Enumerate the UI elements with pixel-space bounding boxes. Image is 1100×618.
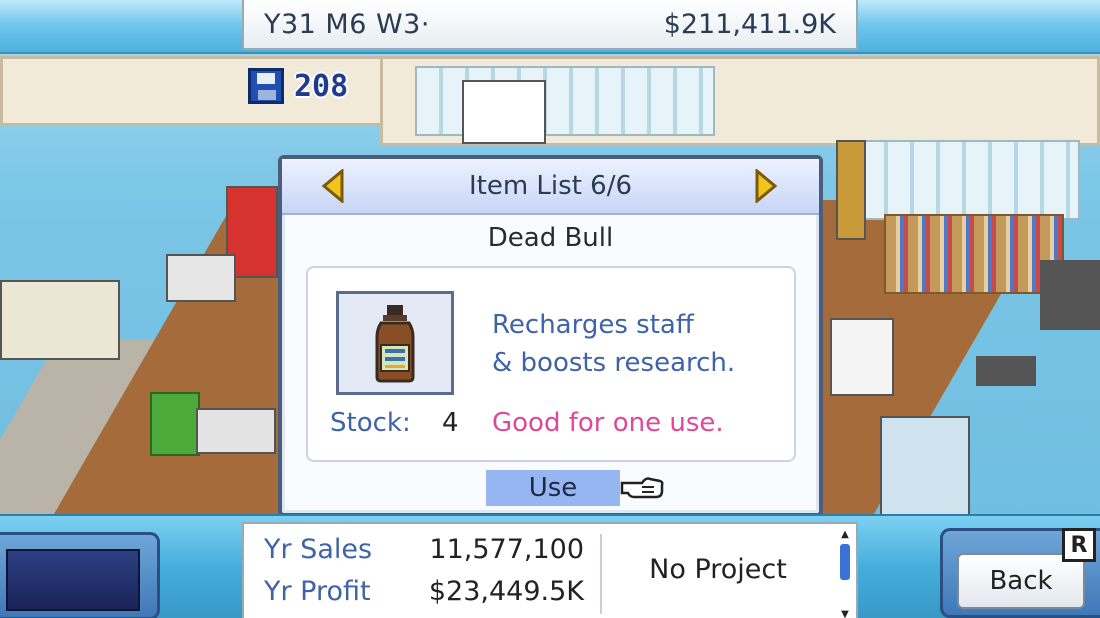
item-description-line-2: & boosts research. <box>492 348 736 378</box>
bookshelf <box>884 214 1064 294</box>
arrow-right-icon[interactable] <box>753 167 779 205</box>
scroll-up-icon[interactable]: ▲ <box>838 530 852 540</box>
yearly-stats-panel: Yr Sales 11,577,100 Yr Profit $23,449.5K… <box>242 522 858 618</box>
arrow-left-icon[interactable] <box>320 167 346 205</box>
date-display: Y31 M6 W3· <box>264 8 430 40</box>
trophy <box>836 140 866 240</box>
dialog-title: Item List 6/6 <box>468 171 632 201</box>
energy-drink-bottle-icon <box>336 291 454 395</box>
umbrella-stand <box>196 408 276 454</box>
windows <box>415 66 715 136</box>
research-data-counter: 208 <box>248 68 348 104</box>
dialog-header: Item List 6/6 <box>282 159 819 215</box>
use-button[interactable]: Use <box>486 470 620 506</box>
usage-note: Good for one use. <box>492 408 724 438</box>
current-project: No Project <box>649 554 787 585</box>
yearly-profit-label: Yr Profit <box>264 576 371 607</box>
item-name: Dead Bull <box>487 223 614 253</box>
bottom-bar: Yr Sales 11,577,100 Yr Profit $23,449.5K… <box>0 514 1100 618</box>
status-panel: Y31 M6 W3· $211,411.9K <box>242 0 858 50</box>
item-description: Recharges staff & boosts research. <box>492 306 782 382</box>
tv <box>1040 260 1100 330</box>
stock-label: Stock: <box>330 408 411 438</box>
windows-right <box>860 140 1080 220</box>
rug <box>976 356 1036 386</box>
top-bar: Y31 M6 W3· $211,411.9K <box>0 0 1100 54</box>
project-scrollbar[interactable]: ▲ ▼ <box>838 530 852 618</box>
menu-button[interactable] <box>0 532 160 618</box>
r-key-hint: R <box>1062 528 1096 562</box>
scroll-thumb[interactable] <box>840 544 850 580</box>
funds-display: $211,411.9K <box>663 8 836 40</box>
item-details-panel: Recharges staff & boosts research. Stock… <box>306 266 796 462</box>
scroll-down-icon[interactable]: ▼ <box>838 610 852 618</box>
whiteboard <box>462 80 546 144</box>
item-list-dialog: Item List 6/6 Dead Bull Recharges staff … <box>278 155 823 517</box>
plant <box>150 392 200 456</box>
kitchen-counter <box>0 280 120 360</box>
stock-value: 4 <box>442 408 459 438</box>
floppy-disk-icon <box>248 68 284 104</box>
back-wall-left <box>0 56 420 126</box>
yearly-profit-value: $23,449.5K <box>428 576 584 607</box>
item-description-line-1: Recharges staff <box>492 310 694 340</box>
pointing-hand-icon <box>620 473 664 503</box>
desk-stack <box>880 416 970 516</box>
yearly-sales-label: Yr Sales <box>264 534 373 565</box>
research-data-value: 208 <box>294 68 349 104</box>
cabinet <box>830 318 894 396</box>
water-cooler <box>166 254 236 302</box>
yearly-sales-value: 11,577,100 <box>429 534 584 565</box>
